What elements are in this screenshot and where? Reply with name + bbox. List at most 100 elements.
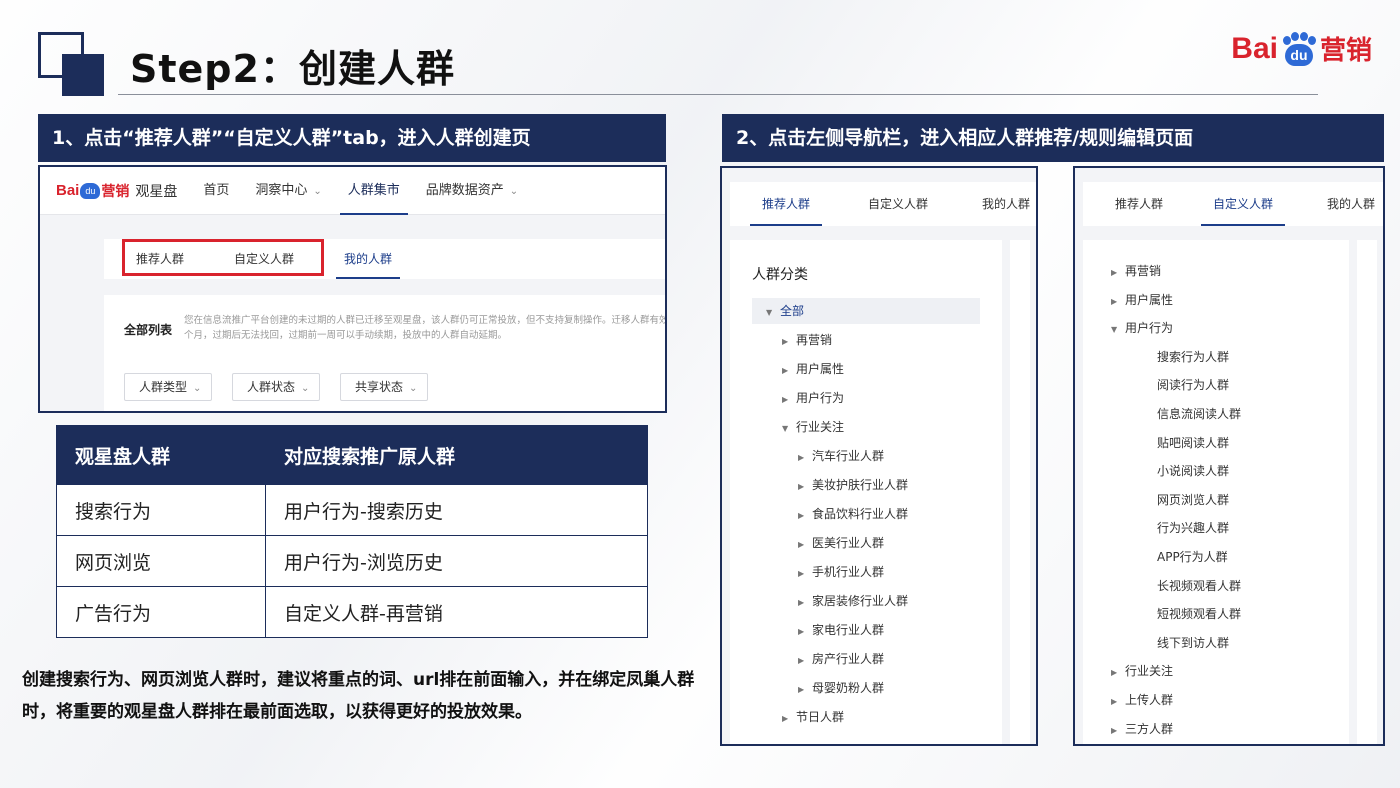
top-nav-bar: Bai du 营销 观星盘 首页 洞察中心 ⌄ 人群集市 品牌数据资产 ⌄ [40,167,665,215]
table-row: 广告行为 自定义人群-再营销 [56,586,648,638]
caret-down-icon: ▼ [782,424,789,433]
caret-right-icon: ▶ [798,569,805,578]
tree-item[interactable]: 线下到访人群 [1083,630,1229,656]
all-list-label: 全部列表 [124,323,173,337]
tree-item-label: 节日人群 [796,710,845,724]
tree-item-label: 母婴奶粉人群 [812,681,885,695]
table-cell: 自定义人群-再营销 [265,586,648,638]
tree-item[interactable]: 小说阅读人群 [1083,458,1229,484]
audience-list-panel: 全部列表 您在信息流推广平台创建的未过期的人群已迁移至观星盘，该人群仍可正常投放… [104,295,667,411]
nav-audience-market-label: 人群集市 [347,182,400,198]
table-cell: 广告行为 [56,586,266,638]
tree-item[interactable]: ▶ 节日人群 [730,704,844,730]
tree-item[interactable]: ▶ 家电行业人群 [730,617,884,643]
tree-item[interactable]: 行为兴趣人群 [1083,515,1229,541]
caret-right-icon: ▶ [1111,296,1118,306]
tree-item-label: 小说阅读人群 [1157,464,1230,479]
caret-right-icon: ▶ [1111,268,1118,277]
tree-item-label: 用户属性 [796,362,845,376]
tree-item[interactable]: ▶ 再营销 [1083,258,1161,284]
tab-custom[interactable]: 自定义人群 [1201,182,1286,226]
tree-item[interactable]: 阅读行为人群 [1083,372,1229,398]
tree-item[interactable]: ▶ 美妆护肤行业人群 [730,472,908,498]
tree-item[interactable]: ▼ 全部 [752,298,980,324]
tree-item[interactable]: 搜索行为人群 [1083,344,1229,370]
filter-share-status-label: 共享状态 [355,380,404,394]
table-header-row: 观星盘人群 对应搜索推广原人群 [56,425,648,485]
tree-item-label: 用户行为 [796,391,845,405]
tree-item-label: 行业关注 [796,420,845,434]
tree-item[interactable]: 信息流阅读人群 [1083,401,1241,427]
tree-item-label: 三方人群 [1125,721,1174,736]
tab-my-audience[interactable]: 我的人群 [336,239,401,279]
content-area-edge [1357,240,1377,744]
tab-recommended[interactable]: 推荐人群 [1115,182,1163,226]
caret-right-icon: ▶ [798,627,805,636]
nav-home[interactable]: 首页 [203,167,229,215]
tree-item[interactable]: ▼ 用户行为 [1083,315,1173,341]
tree-item[interactable]: APP行为人群 [1083,544,1228,570]
tree-item-label: 长视频观看人群 [1157,578,1242,593]
caret-down-icon: ▼ [766,308,773,317]
caret-right-icon: ▶ [798,598,805,607]
nav-home-label: 首页 [203,182,230,198]
right-tabbar: 推荐人群 自定义人群 我的人群 [1083,182,1383,226]
tree-item[interactable]: 长视频观看人群 [1083,573,1241,599]
nav-brand-assets[interactable]: 品牌数据资产 ⌄ [426,167,518,215]
tip-note: 创建搜索行为、网页浏览人群时，建议将重点的词、url排在前面输入，并在绑定凤巢人… [22,670,695,722]
caret-right-icon: ▶ [798,540,805,549]
tree-item[interactable]: ▶ 用户行为 [730,385,844,411]
tab-my-audience[interactable]: 我的人群 [982,182,1030,226]
table-cell: 用户行为-搜索历史 [265,484,648,536]
tree-item-label: 食品饮料行业人群 [812,507,909,521]
tree-item-label: 搜索行为人群 [1157,349,1230,364]
caret-right-icon: ▶ [798,482,805,491]
tree-item[interactable]: ▶ 用户属性 [730,356,844,382]
caret-right-icon: ▶ [782,395,789,404]
migration-notice: 您在信息流推广平台创建的未过期的人群已迁移至观星盘，该人群仍可正常投放，但不支持… [184,315,667,341]
guanxingpan-logo[interactable]: Bai du 营销 观星盘 [56,181,177,201]
tree-item[interactable]: ▶ 母婴奶粉人群 [730,675,884,701]
tree-item-label: 美妆护肤行业人群 [812,478,909,492]
tree-item[interactable]: ▶ 行业关注 [1083,658,1173,684]
tree-item-label: 用户行为 [1125,321,1174,336]
caret-right-icon: ▶ [1111,668,1118,678]
filter-audience-status[interactable]: 人群状态 ⌄ [232,373,321,401]
title-square-fill-icon [62,54,104,96]
tree-item[interactable]: ▶ 汽车行业人群 [730,443,884,469]
table-row: 搜索行为 用户行为-搜索历史 [56,484,648,536]
header-divider [118,94,1318,95]
filter-share-status[interactable]: 共享状态 ⌄ [340,373,429,401]
tree-item[interactable]: ▶ 三方人群 [1083,716,1173,742]
chevron-down-icon: ⌄ [313,185,322,197]
tree-item-label: 用户属性 [1125,292,1174,307]
tab-custom[interactable]: 自定义人群 [868,182,928,226]
baidu-paw-icon: du [1280,31,1318,66]
nav-insight[interactable]: 洞察中心 ⌄ [255,167,321,215]
tree-item[interactable]: ▼ 行业关注 [730,414,844,440]
tree-item[interactable]: ▶ 房产行业人群 [730,646,884,672]
filter-audience-type[interactable]: 人群类型 ⌄ [124,373,213,401]
tree-item[interactable]: 网页浏览人群 [1083,487,1229,513]
nav-audience-market[interactable]: 人群集市 [339,167,408,215]
tree-item[interactable]: ▶ 医美行业人群 [730,530,884,556]
category-sidebar: 人群分类 ▼ 全部 ▶ 再营销 ▶ 用户属性 ▶ 用户行为 ▼ 行业关注 ▶ 汽车行业人群 ▶ 美妆护肤行… [730,240,1002,744]
tree-item[interactable]: ▶ 手机行业人群 [730,559,884,585]
table-header-cell: 观星盘人群 [56,425,266,485]
tree-item-label: 家电行业人群 [812,623,885,637]
caret-right-icon: ▶ [782,366,789,375]
tab-recommended[interactable]: 推荐人群 [750,182,823,226]
tree-item[interactable]: ▶ 用户属性 [1083,287,1173,313]
category-title: 人群分类 [752,267,808,283]
caret-right-icon: ▶ [798,656,805,665]
tree-item[interactable]: 短视频观看人群 [1083,601,1241,627]
tab-my-audience[interactable]: 我的人群 [1327,182,1375,226]
tree-item[interactable]: ▶ 食品饮料行业人群 [730,501,908,527]
tree-item[interactable]: ▶ 再营销 [730,327,832,353]
tree-item[interactable]: ▶ 上传人群 [1083,687,1173,713]
table-row: 网页浏览 用户行为-浏览历史 [56,535,648,587]
tree-item[interactable]: ▶ 家居装修行业人群 [730,588,908,614]
tree-item-label: 信息流阅读人群 [1157,407,1242,421]
tree-item[interactable]: 贴吧阅读人群 [1083,430,1229,456]
nav-brand-assets-label: 品牌数据资产 [425,182,504,198]
